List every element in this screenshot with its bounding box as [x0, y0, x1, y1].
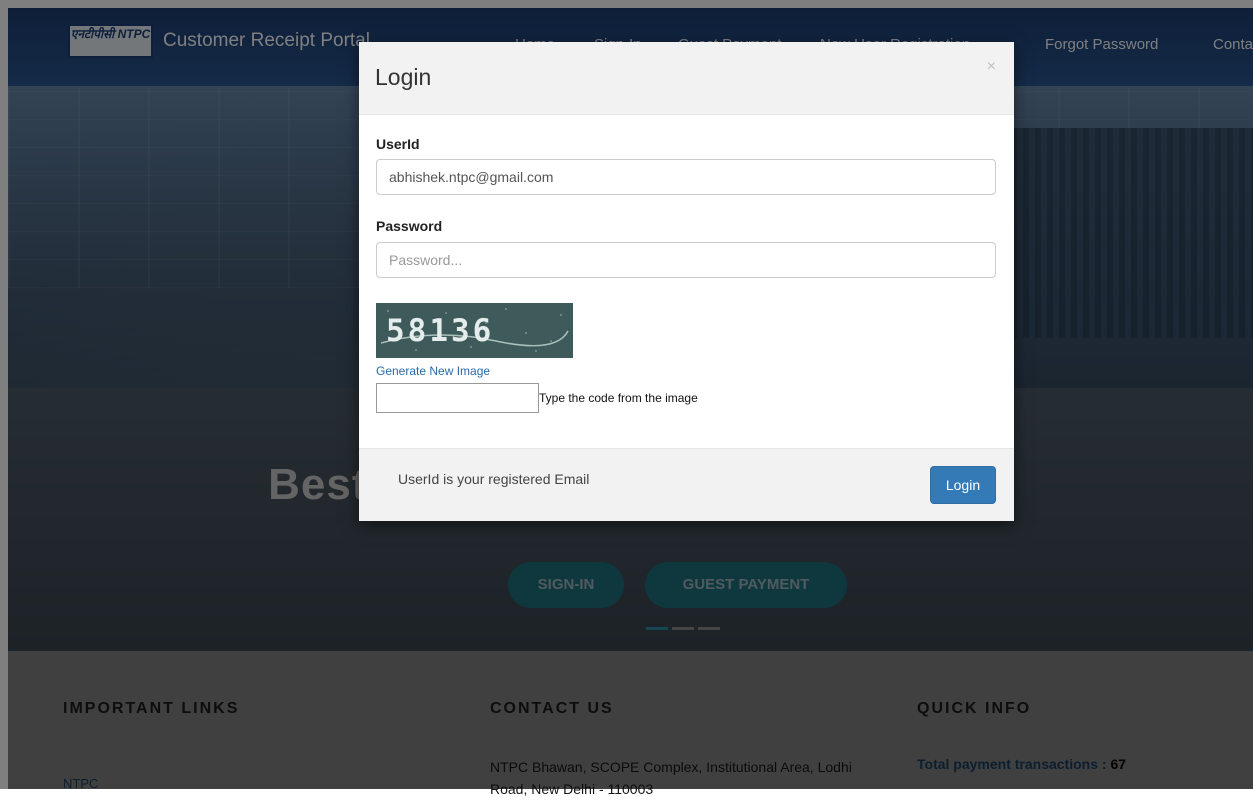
captcha-image: 58136	[376, 303, 573, 358]
close-icon[interactable]: ×	[987, 58, 996, 76]
login-modal: Login × UserId Password 58136 Generate N…	[359, 42, 1014, 521]
modal-header: Login ×	[359, 42, 1014, 115]
captcha-code-label: Type the code from the image	[539, 391, 698, 405]
userid-label: UserId	[376, 136, 420, 152]
userid-note: UserId is your registered Email	[398, 471, 590, 487]
userid-input[interactable]	[376, 159, 996, 195]
password-label: Password	[376, 218, 443, 234]
login-button[interactable]: Login	[930, 466, 996, 504]
modal-title: Login	[375, 64, 432, 90]
password-input[interactable]	[376, 242, 996, 278]
generate-new-image-link[interactable]: Generate New Image	[376, 364, 490, 378]
captcha-text: 58136	[386, 313, 494, 349]
captcha-code-input[interactable]	[376, 383, 539, 413]
modal-footer: UserId is your registered Email Login	[359, 448, 1014, 521]
